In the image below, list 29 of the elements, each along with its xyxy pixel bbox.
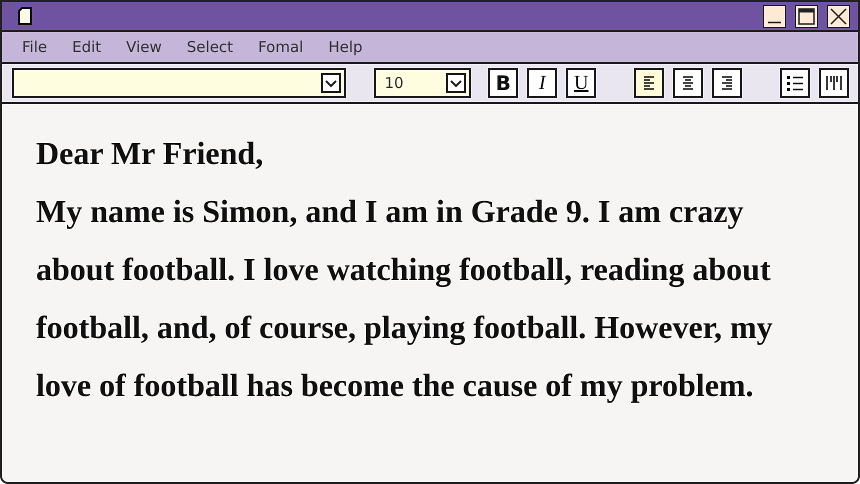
font-name-dropdown[interactable] bbox=[12, 68, 346, 98]
bullet-list-button[interactable] bbox=[780, 68, 810, 98]
bold-button[interactable]: B bbox=[488, 68, 518, 98]
font-size-dropdown[interactable]: 10 bbox=[374, 68, 472, 98]
minimize-button[interactable] bbox=[763, 4, 786, 28]
caret-icon bbox=[446, 73, 466, 93]
underline-button[interactable]: U bbox=[566, 68, 596, 98]
bullet-list-icon bbox=[785, 73, 806, 93]
columns-button[interactable] bbox=[819, 68, 849, 98]
close-button[interactable] bbox=[827, 4, 850, 28]
align-left-button[interactable] bbox=[634, 68, 664, 98]
maximize-icon bbox=[798, 8, 815, 24]
menu-item[interactable]: File bbox=[22, 36, 58, 58]
menu-item[interactable]: Help bbox=[328, 36, 374, 58]
minimize-icon bbox=[767, 20, 782, 24]
maximize-button[interactable] bbox=[795, 4, 818, 28]
caret-icon bbox=[321, 73, 342, 93]
close-icon bbox=[830, 8, 847, 24]
document-icon bbox=[18, 7, 32, 25]
align-center-button[interactable] bbox=[673, 68, 704, 98]
menu-item[interactable]: Fomal bbox=[258, 36, 314, 58]
menu-item[interactable]: View bbox=[126, 36, 173, 58]
menu-item[interactable]: Edit bbox=[72, 36, 112, 58]
columns-icon bbox=[824, 73, 844, 93]
greeting-text: Dear Mr Friend, bbox=[36, 134, 264, 173]
align-right-button[interactable] bbox=[712, 68, 742, 98]
letter-paragraph: My name is Simon, and I am in Grade 9. I am crazy about football. I love watching football, reading about football, and, of course, playing football. However, my love of football has become the cause of my problem. bbox=[36, 192, 774, 405]
menu-item[interactable]: Select bbox=[186, 36, 244, 58]
italic-button[interactable]: I bbox=[527, 68, 558, 98]
